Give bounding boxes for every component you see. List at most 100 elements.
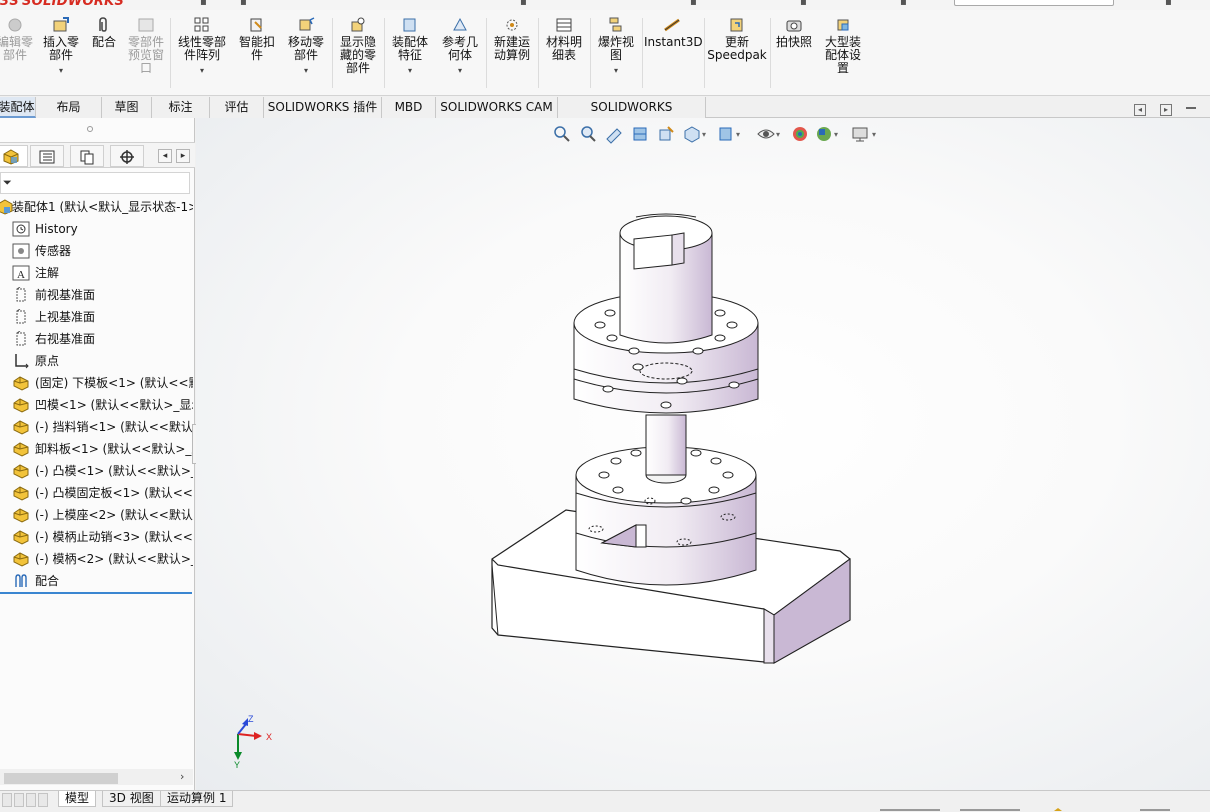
new-motion-study-button[interactable]: 新建运 动算例 xyxy=(490,16,534,62)
dim-xpert-manager-tab[interactable] xyxy=(110,145,144,167)
large-assembly-settings-button[interactable]: 大型装 配体设 置 xyxy=(820,16,866,75)
edit-component-button[interactable]: 编辑零 部件 xyxy=(0,16,36,62)
panel-handle-icon[interactable] xyxy=(87,126,93,132)
smart-fasteners-button[interactable]: 智能扣 件 xyxy=(236,16,278,62)
section-view-icon[interactable] xyxy=(630,124,650,144)
tree-item-component[interactable]: (-) 挡料销<1> (默认<<默认>_显示状态 1>) xyxy=(0,416,193,438)
assembly-model[interactable] xyxy=(486,203,866,683)
tab-assembly[interactable]: 装配体 xyxy=(0,97,36,118)
hide-show-items-icon[interactable] xyxy=(756,124,776,144)
tab-mbd[interactable]: MBD xyxy=(382,97,436,118)
chevron-down-icon[interactable]: ▾ xyxy=(388,64,432,77)
property-manager-tab[interactable] xyxy=(30,145,64,167)
zoom-to-area-icon[interactable] xyxy=(578,124,598,144)
mate-button[interactable]: 配合 xyxy=(88,16,120,49)
new-icon[interactable]: ▪ xyxy=(200,0,210,8)
linear-component-pattern-button[interactable]: 线性零部 件阵列 ▾ xyxy=(174,16,230,77)
tab-model[interactable]: 模型 xyxy=(58,791,97,807)
next-tab-icon[interactable] xyxy=(26,793,36,807)
tab-evaluate[interactable]: 评估 xyxy=(210,97,264,118)
graphics-area[interactable]: ▾ ▾ ▾ ▾ ▾ X Y Z xyxy=(196,118,1210,790)
move-component-button[interactable]: 移动零 部件 ▾ xyxy=(284,16,328,77)
tree-item-component[interactable]: (固定) 下模板<1> (默认<<默认>_显示状态 1>) xyxy=(0,372,193,394)
tab-layout[interactable]: 布局 xyxy=(36,97,102,118)
assembly-features-button[interactable]: 装配体 特征 ▾ xyxy=(388,16,432,77)
options-icon[interactable]: ▪ xyxy=(690,0,700,8)
tree-item-component[interactable]: (-) 模柄<2> (默认<<默认>_显示状态 1>) xyxy=(0,548,193,570)
tree-item-component[interactable]: (-) 模柄止动销<3> (默认<<默认>_显示状态 1>) xyxy=(0,526,193,548)
previous-tab-icon[interactable] xyxy=(14,793,24,807)
chevron-down-icon[interactable]: ▾ xyxy=(40,64,82,77)
scroll-right-icon[interactable]: › xyxy=(180,770,184,783)
update-speedpak-button[interactable]: 更新 Speedpak xyxy=(706,16,768,62)
tree-item-front-plane[interactable]: 前视基准面 xyxy=(0,284,193,306)
tree-item-right-plane[interactable]: 右视基准面 xyxy=(0,328,193,350)
insert-component-button[interactable]: 插入零 部件 ▾ xyxy=(40,16,82,77)
help-icon[interactable]: ▪ xyxy=(900,0,910,8)
previous-view-icon[interactable] xyxy=(604,124,624,144)
bom-table-icon xyxy=(556,18,572,32)
zoom-to-fit-icon[interactable] xyxy=(552,124,572,144)
tree-item-history[interactable]: History xyxy=(0,218,193,240)
tab-solidworks-inspection[interactable]: SOLIDWORKS Inspection xyxy=(558,97,706,134)
tree-item-annotations[interactable]: A 注解 xyxy=(0,262,193,284)
tab-3d-views[interactable]: 3D 视图 xyxy=(102,791,161,807)
tab-markup[interactable]: 标注 xyxy=(152,97,210,118)
select-icon[interactable]: ▪ xyxy=(800,0,810,8)
show-hidden-components-button[interactable]: 显示隐 藏的零 部件 xyxy=(336,16,380,75)
tab-motion-study[interactable]: 运动算例 1 xyxy=(160,791,234,807)
rebuild-icon[interactable]: ▪ xyxy=(520,0,530,8)
first-tab-icon[interactable] xyxy=(2,793,12,807)
chevron-down-icon[interactable]: ▾ xyxy=(174,64,230,77)
bill-of-materials-button[interactable]: 材料明 细表 xyxy=(542,16,586,62)
tree-item-top-plane[interactable]: 上视基准面 xyxy=(0,306,193,328)
exploded-view-button[interactable]: 爆炸视 图 ▾ xyxy=(594,16,638,77)
view-orientation-icon[interactable] xyxy=(682,124,702,144)
scrollbar-thumb[interactable] xyxy=(4,773,118,784)
chevron-down-icon[interactable]: ▾ xyxy=(702,130,706,139)
window-control-icon[interactable]: ▪ xyxy=(1165,0,1175,8)
reference-geometry-button[interactable]: 参考几 何体 ▾ xyxy=(438,16,482,77)
view-settings-icon[interactable] xyxy=(850,124,870,144)
dynamic-annotation-icon[interactable] xyxy=(656,124,676,144)
component-preview-window-button[interactable]: 零部件 预览窗 口 xyxy=(124,16,168,75)
tab-scroll-left-icon[interactable]: ◂ xyxy=(158,149,172,163)
tree-item-sensors[interactable]: 传感器 xyxy=(0,240,193,262)
chevron-down-icon[interactable]: ▾ xyxy=(594,64,638,77)
collapse-left-icon[interactable]: ◂ xyxy=(1134,104,1146,116)
tree-filter-input[interactable]: ⏷ xyxy=(0,172,190,194)
assembly-feature-icon xyxy=(403,18,416,32)
chevron-down-icon[interactable]: ▾ xyxy=(284,64,328,77)
configuration-manager-tab[interactable] xyxy=(70,145,104,167)
tree-horizontal-scrollbar[interactable]: › xyxy=(0,769,193,785)
tree-item-component[interactable]: (-) 凸模<1> (默认<<默认>_显示状态 1>) xyxy=(0,460,193,482)
display-style-icon[interactable] xyxy=(716,124,736,144)
open-icon[interactable]: ▪ xyxy=(240,0,250,8)
last-tab-icon[interactable] xyxy=(38,793,48,807)
feature-manager-tab[interactable] xyxy=(0,145,28,167)
take-snapshot-button[interactable]: 拍快照 xyxy=(772,16,816,49)
chevron-down-icon[interactable]: ▾ xyxy=(438,64,482,77)
chevron-down-icon[interactable]: ▾ xyxy=(736,130,740,139)
instant3d-button[interactable]: Instant3D xyxy=(644,16,703,49)
apply-scene-icon[interactable] xyxy=(814,124,834,144)
chevron-down-icon[interactable]: ▾ xyxy=(834,130,838,139)
tree-item-component[interactable]: (-) 凸模固定板<1> (默认<<默认>_显示状态 1>) xyxy=(0,482,193,504)
tab-solidworks-cam[interactable]: SOLIDWORKS CAM xyxy=(436,97,558,118)
tree-item-component[interactable]: (-) 上模座<2> (默认<<默认>_显示状态 1>) xyxy=(0,504,193,526)
minimize-ribbon-icon[interactable] xyxy=(1186,107,1196,109)
tree-item-component[interactable]: 卸料板<1> (默认<<默认>_显示状态 1>) xyxy=(0,438,193,460)
tab-sketch[interactable]: 草图 xyxy=(102,97,152,118)
chevron-down-icon[interactable]: ▾ xyxy=(776,130,780,139)
search-input[interactable] xyxy=(954,0,1114,6)
tree-item-component[interactable]: 凹模<1> (默认<<默认>_显示状态 1>) xyxy=(0,394,193,416)
collapse-right-icon[interactable]: ▸ xyxy=(1160,104,1172,116)
tab-solidworks-addins[interactable]: SOLIDWORKS 插件 xyxy=(264,97,382,118)
chevron-down-icon[interactable]: ▾ xyxy=(872,130,876,139)
tree-root-assembly[interactable]: 装配体1 (默认<默认_显示状态-1>) xyxy=(0,196,193,218)
punch[interactable] xyxy=(645,414,687,476)
tree-item-origin[interactable]: 原点 xyxy=(0,350,193,372)
tab-scroll-right-icon[interactable]: ▸ xyxy=(176,149,190,163)
edit-appearance-icon[interactable] xyxy=(790,124,810,144)
tree-item-mates[interactable]: 配合 xyxy=(0,570,193,592)
